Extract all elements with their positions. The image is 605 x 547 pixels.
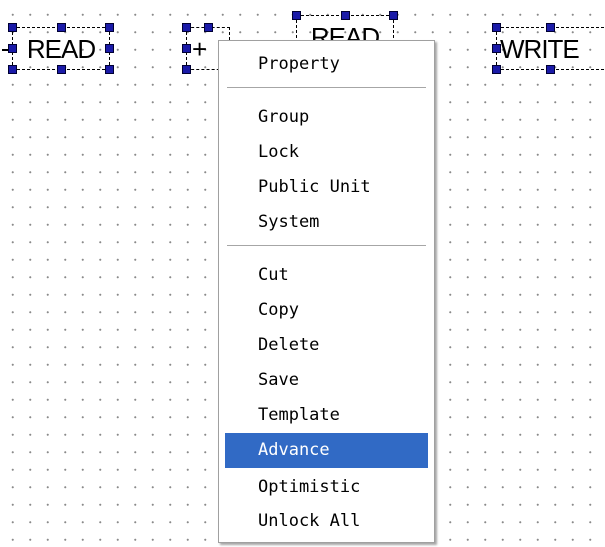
menu-item-property[interactable]: Property <box>225 52 428 77</box>
resize-handle[interactable] <box>492 65 501 74</box>
menu-item-public-unit[interactable]: Public Unit <box>225 175 428 200</box>
menu-item-advance[interactable]: Advance <box>225 433 428 468</box>
menu-item-group[interactable]: Group <box>225 105 428 130</box>
resize-handle[interactable] <box>182 23 191 32</box>
resize-handle[interactable] <box>57 23 66 32</box>
menu-item-cut[interactable]: Cut <box>225 263 428 288</box>
resize-handle[interactable] <box>105 44 114 53</box>
read-block-1-label: READ <box>26 33 96 64</box>
resize-handle[interactable] <box>182 65 191 74</box>
menu-item-lock[interactable]: Lock <box>225 140 428 165</box>
context-menu: Property Group Lock Public Unit System C… <box>218 40 435 543</box>
menu-item-optimistic[interactable]: Optimistic <box>225 475 428 500</box>
write-block[interactable]: WRITE <box>492 23 605 74</box>
resize-handle[interactable] <box>389 11 398 20</box>
menu-separator <box>227 245 426 247</box>
resize-handle[interactable] <box>105 65 114 74</box>
resize-handle[interactable] <box>292 11 301 20</box>
resize-handle[interactable] <box>546 65 555 74</box>
read-block-1[interactable]: READ <box>2 23 114 74</box>
resize-handle[interactable] <box>182 44 191 53</box>
resize-handle[interactable] <box>546 23 555 32</box>
menu-separator <box>227 87 426 89</box>
menu-item-system[interactable]: System <box>225 210 428 235</box>
menu-item-delete[interactable]: Delete <box>225 333 428 358</box>
resize-handle[interactable] <box>105 23 114 32</box>
menu-item-save[interactable]: Save <box>225 368 428 393</box>
resize-handle[interactable] <box>8 23 17 32</box>
menu-item-copy[interactable]: Copy <box>225 298 428 323</box>
resize-handle[interactable] <box>341 11 350 20</box>
resize-handle[interactable] <box>8 65 17 74</box>
menu-item-template[interactable]: Template <box>225 403 428 428</box>
menu-item-unlock-all[interactable]: Unlock All <box>225 509 428 534</box>
resize-handle[interactable] <box>57 65 66 74</box>
write-block-label: WRITE <box>500 33 580 64</box>
resize-handle[interactable] <box>204 23 213 32</box>
resize-handle[interactable] <box>492 44 501 53</box>
resize-handle[interactable] <box>492 23 501 32</box>
resize-handle[interactable] <box>8 44 17 53</box>
